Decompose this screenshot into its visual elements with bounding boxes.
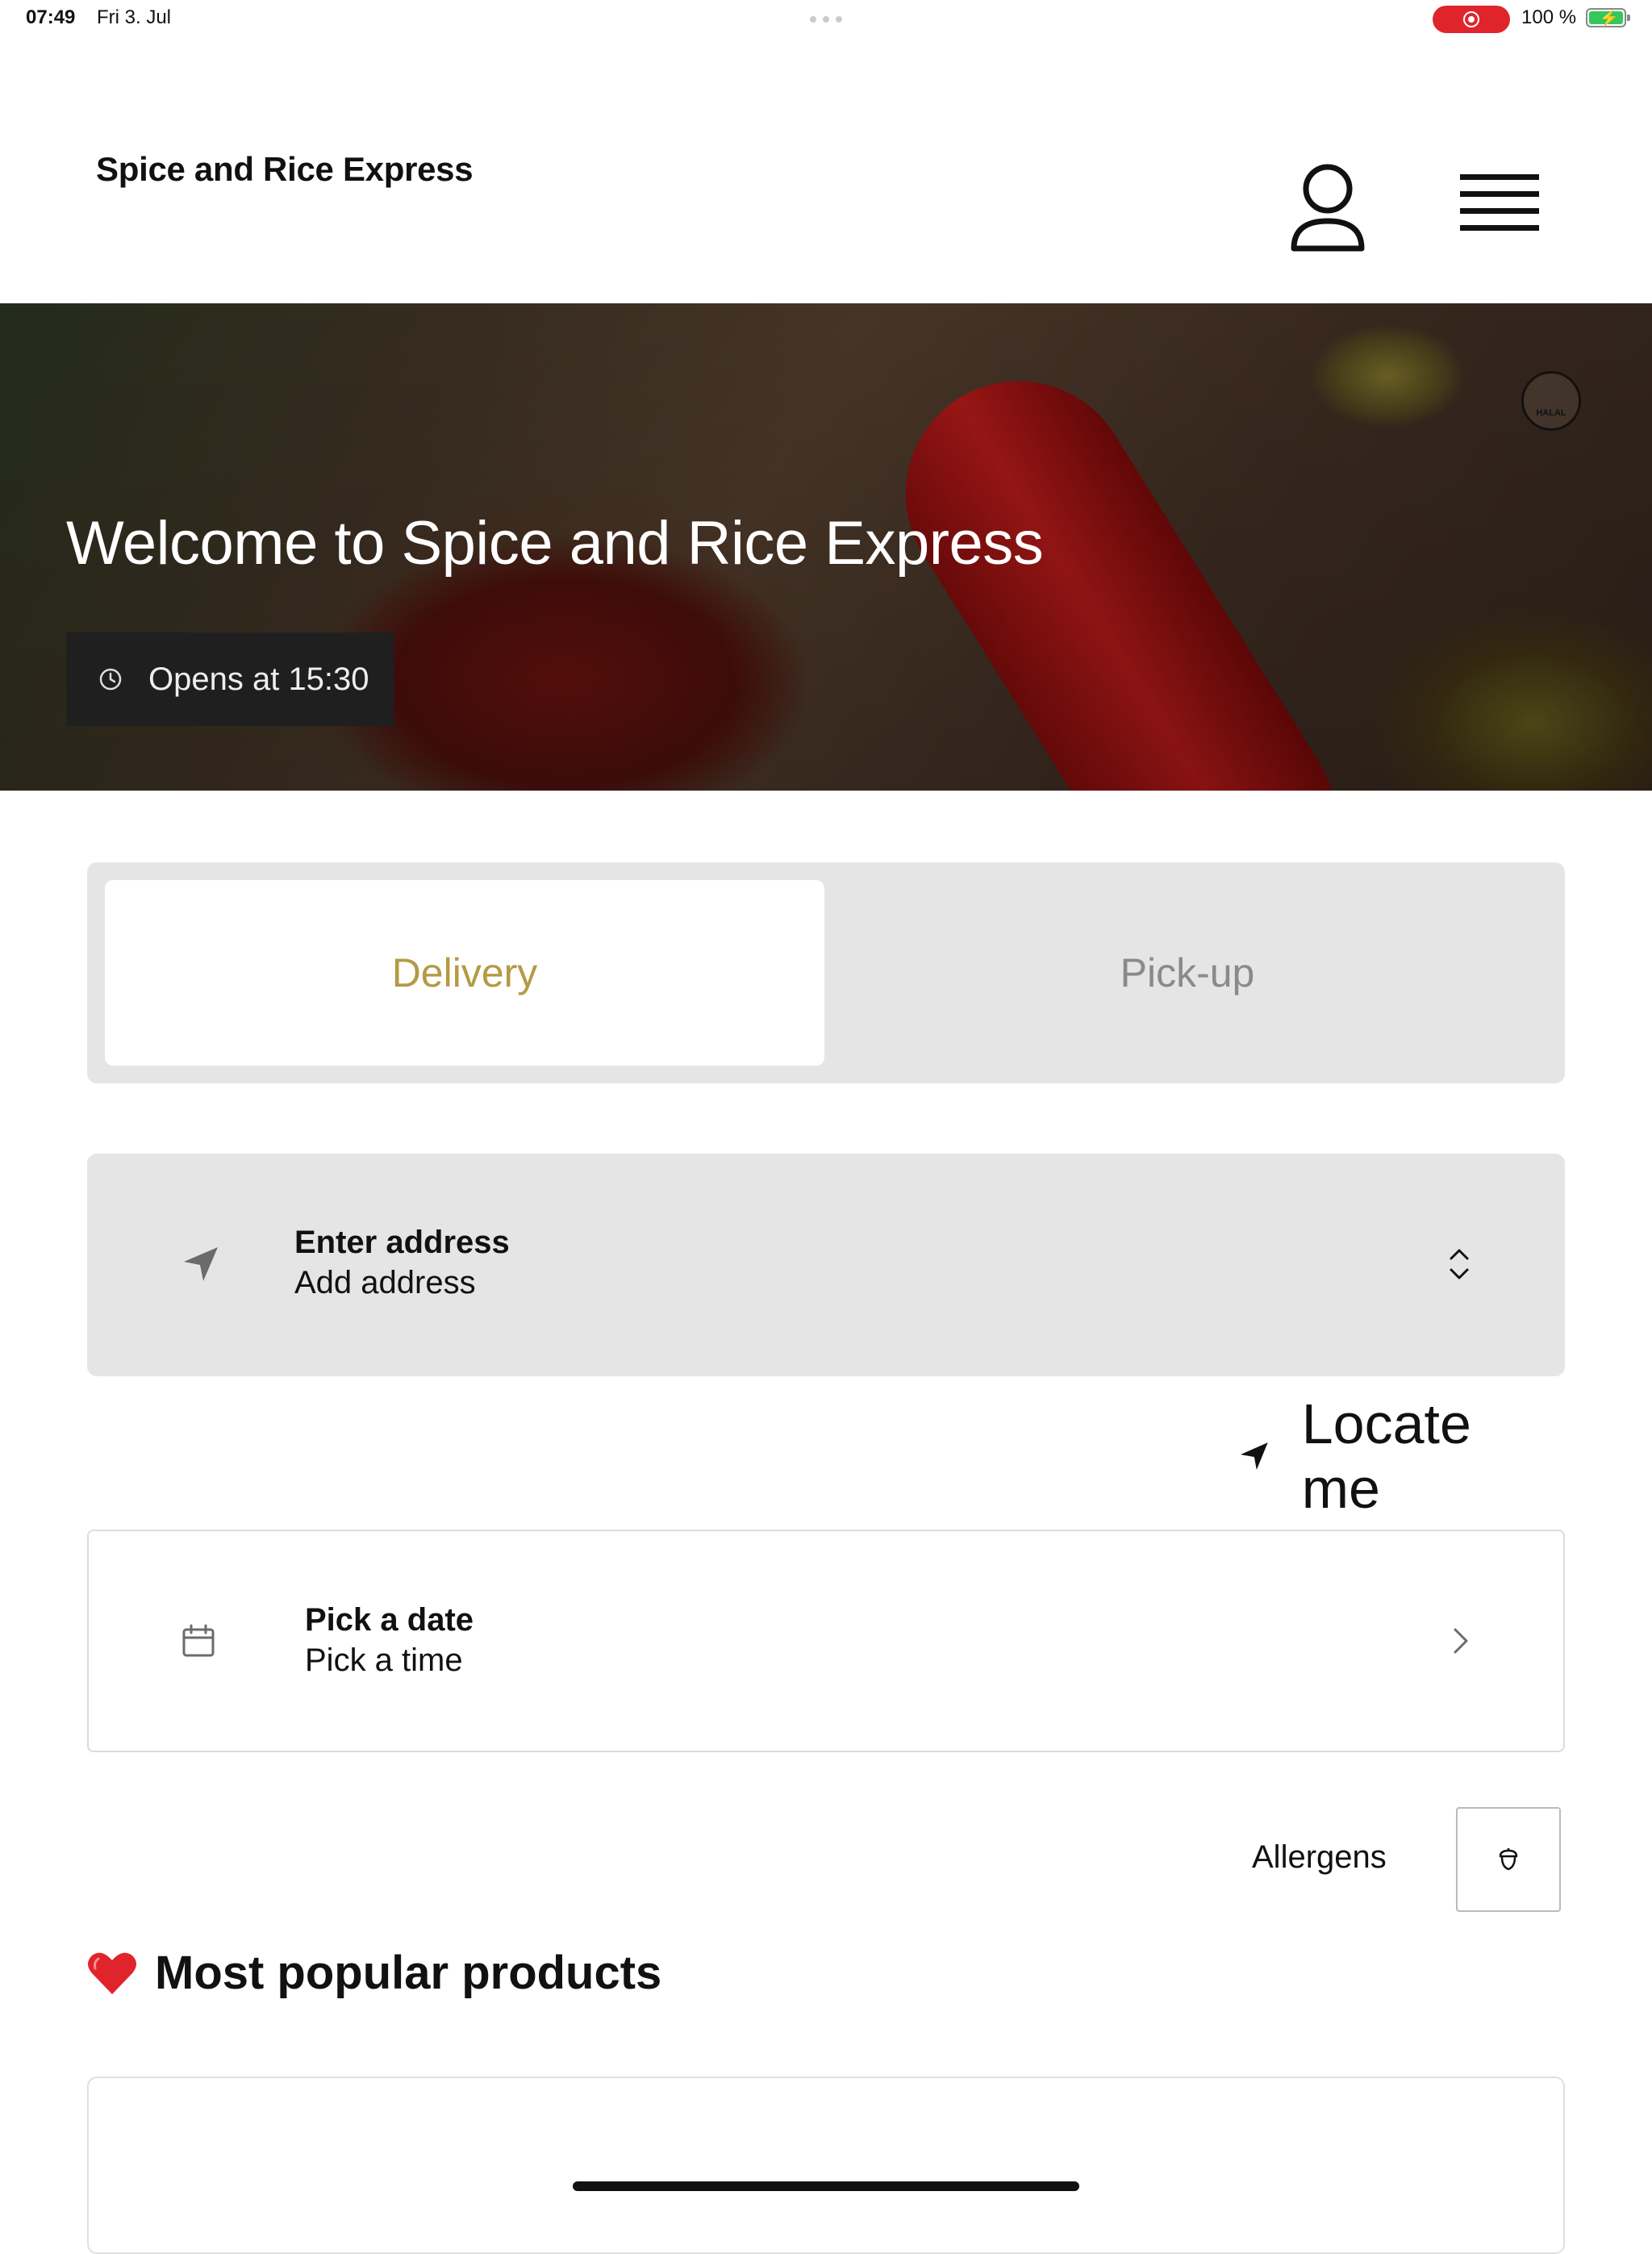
address-subtitle: Add address — [294, 1265, 476, 1300]
heart-icon — [88, 1952, 136, 1994]
allergens-label: Allergens — [1252, 1839, 1387, 1875]
screen-recording-indicator[interactable] — [1433, 6, 1510, 33]
order-mode-toggle: Delivery Pick-up — [87, 862, 1565, 1083]
hero-title: Welcome to Spice and Rice Express — [66, 509, 1044, 578]
acorn-icon — [1499, 1848, 1518, 1871]
battery-percentage: 100 % — [1521, 6, 1577, 28]
chevron-right-icon — [1454, 1628, 1468, 1654]
address-selector[interactable]: Enter address Add address — [87, 1154, 1565, 1376]
locate-me-button[interactable]: Locate me — [1239, 1392, 1563, 1520]
location-arrow-icon — [1240, 1442, 1268, 1470]
locate-me-label: Locate me — [1301, 1392, 1471, 1520]
date-title: Pick a date — [305, 1602, 474, 1638]
halal-icon: HALAL — [1521, 371, 1581, 431]
calendar-icon — [182, 1624, 215, 1657]
chevron-up-down-icon — [1450, 1249, 1469, 1279]
tab-delivery[interactable]: Delivery — [105, 880, 824, 1066]
status-time: 07:49 — [26, 6, 76, 28]
status-bar: 07:49 Fri 3. Jul 100 % ⚡ — [0, 0, 1652, 39]
address-title: Enter address — [294, 1225, 510, 1260]
halal-label: HALAL — [1536, 408, 1566, 418]
hamburger-menu-icon — [1460, 174, 1539, 180]
clock-icon — [99, 668, 122, 691]
tab-pickup[interactable]: Pick-up — [828, 880, 1547, 1066]
product-card[interactable] — [87, 2077, 1565, 2254]
home-indicator[interactable] — [573, 2181, 1079, 2191]
battery-icon: ⚡ — [1586, 8, 1630, 27]
restaurant-name[interactable]: Spice and Rice Express — [96, 150, 473, 189]
allergens-button[interactable] — [1456, 1807, 1561, 1912]
app-header: Spice and Rice Express — [0, 39, 1652, 303]
account-button[interactable] — [1287, 161, 1368, 258]
menu-button[interactable] — [1460, 174, 1549, 245]
opening-hours-text: Opens at 15:30 — [148, 661, 369, 697]
date-time-picker[interactable]: Pick a date Pick a time — [87, 1530, 1565, 1752]
navigation-arrow-icon — [184, 1247, 218, 1281]
popular-products-heading: Most popular products — [87, 1946, 661, 2000]
multitasking-dots[interactable] — [810, 16, 842, 23]
person-icon — [1291, 164, 1365, 252]
time-subtitle: Pick a time — [305, 1642, 463, 1678]
hero-banner: HALAL Welcome to Spice and Rice Express … — [0, 303, 1652, 791]
opening-hours-badge: Opens at 15:30 — [66, 632, 394, 726]
status-date: Fri 3. Jul — [97, 6, 172, 28]
popular-products-title: Most popular products — [155, 1947, 662, 1999]
